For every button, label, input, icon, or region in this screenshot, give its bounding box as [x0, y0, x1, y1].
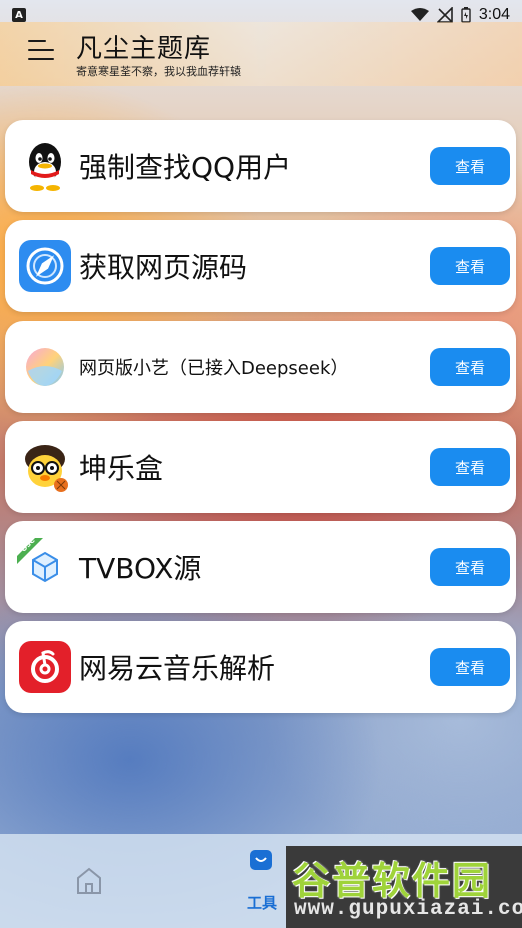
tool-card-kunlehe[interactable]: 坤乐盒 查看: [5, 421, 516, 513]
page-title: 凡尘主题库: [76, 34, 212, 64]
app-header: 凡尘主题库 寄意寒星荃不察，我以我血荐轩辕: [0, 22, 522, 86]
tvbox-cube-icon: [32, 551, 58, 583]
cartoon-chick-icon: [25, 445, 68, 492]
qq-penguin-icon: [29, 143, 61, 191]
browser-compass-icon: [19, 240, 71, 292]
tool-card-xiaoyi[interactable]: 网页版小艺（已接入Deepseek） 查看: [5, 321, 516, 413]
tool-card-label: 获取网页源码: [79, 251, 248, 284]
watermark-brand: 谷普软件园: [292, 859, 493, 903]
tool-card-label: 网易云音乐解析: [79, 652, 276, 685]
view-button[interactable]: 查看: [430, 247, 510, 285]
tool-card-label: TVBOX源: [79, 552, 202, 585]
view-button[interactable]: 查看: [430, 548, 510, 586]
page-subtitle: 寄意寒星荃不察，我以我血荐轩辕: [76, 65, 241, 78]
xiaoyi-orb-icon: [26, 348, 64, 386]
battery-icon: [461, 7, 471, 23]
shopping-bag-icon: [250, 850, 272, 870]
nav-tab-label: 工具: [246, 894, 277, 912]
tool-card-label: 网页版小艺（已接入Deepseek）: [79, 358, 349, 379]
tool-card-label: 强制查找QQ用户: [79, 151, 292, 184]
view-button[interactable]: 查看: [430, 348, 510, 386]
site-watermark: 谷普软件园 www.gupuxiazai.com: [286, 846, 522, 928]
tool-card-page-source[interactable]: 获取网页源码 查看: [5, 220, 516, 312]
view-button[interactable]: 查看: [430, 648, 510, 686]
wifi-icon: [410, 8, 429, 21]
home-icon[interactable]: [72, 864, 106, 898]
view-button[interactable]: 查看: [430, 448, 510, 486]
watermark-url: www.gupuxiazai.com: [294, 898, 522, 921]
tool-card-label: 坤乐盒: [79, 452, 164, 485]
tool-card-netease-music[interactable]: 网易云音乐解析 查看: [5, 621, 516, 713]
menu-icon[interactable]: [28, 38, 58, 64]
view-button[interactable]: 查看: [430, 147, 510, 185]
nav-tab-tools[interactable]: 工具: [236, 846, 288, 912]
tool-card-qq-lookup[interactable]: 强制查找QQ用户 查看: [5, 120, 516, 212]
netease-music-icon: [19, 641, 71, 693]
signal-off-icon: [436, 7, 453, 23]
tool-card-tvbox[interactable]: OSC TVBOX源 查看: [5, 521, 516, 613]
notification-a-icon: A: [12, 8, 26, 22]
